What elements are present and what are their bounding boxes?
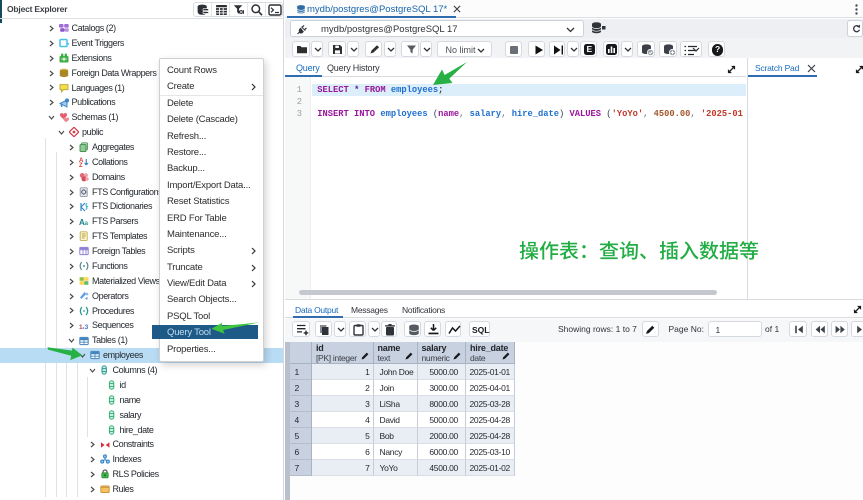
svg-text:Z: Z <box>79 163 83 167</box>
svg-text:3: 3 <box>85 323 89 330</box>
svg-text:a: a <box>85 220 89 227</box>
svg-text:1: 1 <box>79 323 83 330</box>
